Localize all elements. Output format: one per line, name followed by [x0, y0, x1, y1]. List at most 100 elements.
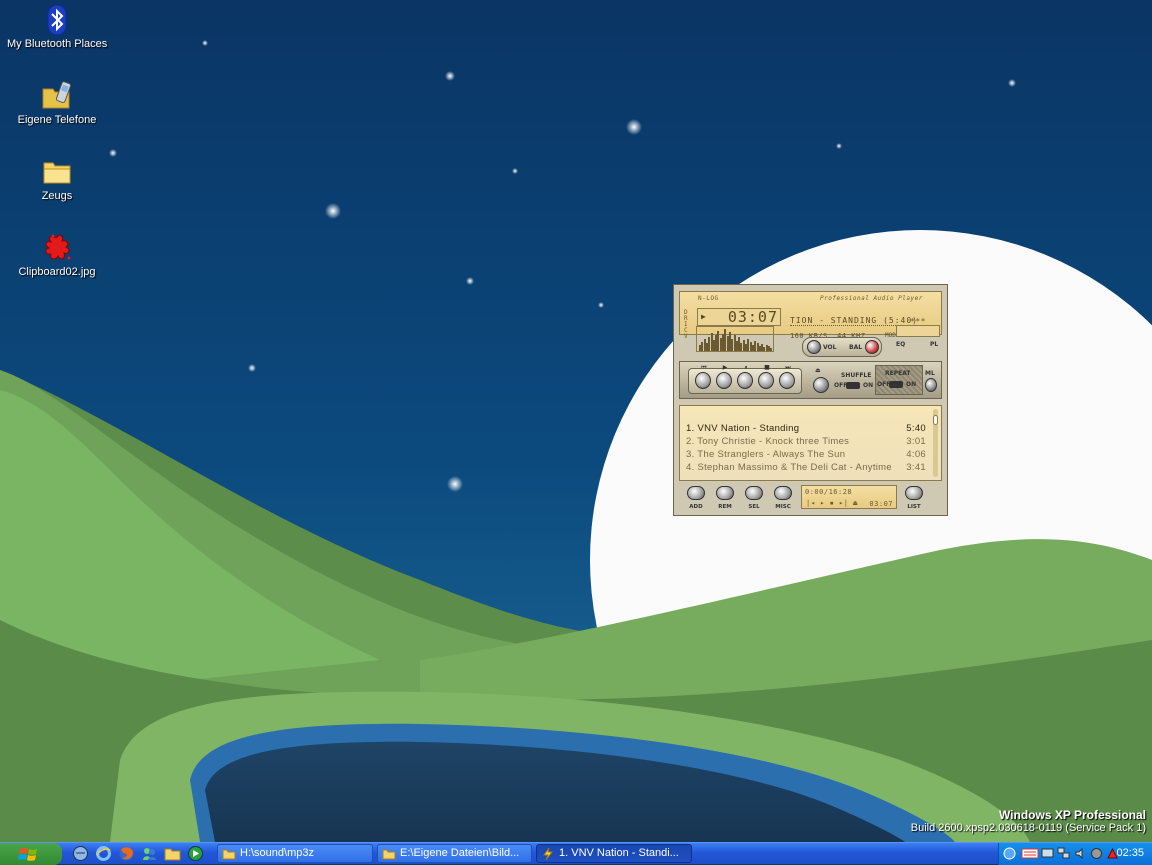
playlist-mini-controls: |◂ ▸ ▪ ▸| ⏏	[806, 499, 858, 507]
shuffle-on-label: ON	[863, 382, 874, 389]
display-icon[interactable]	[1041, 847, 1054, 860]
playlist-time-display: 0:00/16:28 |◂ ▸ ▪ ▸| ⏏ 03:07	[801, 485, 897, 509]
taskbar-button-media-player[interactable]: 1. VNV Nation - Standi...	[536, 844, 692, 863]
playlist[interactable]: 1. VNV Nation - Standing 5:40 2. Tony Ch…	[679, 405, 942, 481]
media-icon[interactable]	[187, 845, 204, 862]
transport-buttons: ⏮ ▶︎ ⏸ ■ ⏭	[688, 364, 802, 394]
repeat-toggle[interactable]	[889, 381, 903, 388]
display-side-labels: DRICV	[684, 309, 689, 340]
internet-explorer-icon[interactable]	[95, 845, 112, 862]
os-edition: Windows XP Professional	[998, 808, 1146, 822]
show-desktop-icon[interactable]	[72, 845, 89, 862]
pause-icon: ⏸	[744, 364, 748, 371]
power-icon[interactable]	[865, 340, 879, 354]
taskbar-button-bilder-folder[interactable]: E:\Eigene Dateien\Bild...	[377, 844, 532, 863]
rem-button[interactable]	[716, 486, 734, 500]
list-button[interactable]	[905, 486, 923, 500]
firefox-icon[interactable]	[118, 845, 135, 862]
ml-label: ML	[925, 370, 935, 377]
clock: 02:35	[1116, 847, 1144, 859]
taskbar-button-label: E:\Eigene Dateien\Bild...	[400, 847, 520, 859]
phone-folder-icon	[42, 81, 72, 109]
playlist-item-title: 3. The Stranglers - Always The Sun	[686, 449, 846, 460]
pause-button[interactable]: ⏸	[737, 364, 753, 389]
desktop-icon-label: Zeugs	[41, 190, 73, 202]
eject-button[interactable]	[813, 377, 829, 393]
eject-icon: ⏏	[815, 367, 821, 374]
network-connection-icon[interactable]	[1057, 847, 1070, 860]
system-tray: 02:35	[998, 843, 1152, 865]
transport-panel: ⏮ ▶︎ ⏸ ■ ⏭ ⏏ SHUFFLE OFF ON REPEAT OFF O…	[679, 361, 942, 399]
playlist-item-duration: 3:01	[906, 436, 926, 447]
volume-label: VOL	[823, 344, 837, 351]
spectrum-bar	[770, 348, 773, 351]
shuffle-label: SHUFFLE	[841, 372, 872, 379]
shuffle-toggle[interactable]	[846, 382, 860, 389]
taskbar-button-label: 1. VNV Nation - Standi...	[559, 847, 679, 859]
stop-button[interactable]: ■	[758, 364, 774, 389]
os-watermark: Windows XP Professional Build 2600.xpsp2…	[911, 808, 1146, 834]
playlist-total-time: 0:00/16:28	[805, 488, 853, 496]
taskbar-button-sound-folder[interactable]: H:\sound\mp3z	[217, 844, 373, 863]
messenger-icon[interactable]	[141, 845, 158, 862]
stop-icon: ■	[764, 364, 770, 371]
folder-icon	[222, 849, 236, 860]
desktop-icon-clipboard02[interactable]: Clipboard02.jpg	[7, 232, 107, 278]
playlist-item-title: 4. Stephan Massimo & The Deli Cat - Anyt…	[686, 462, 891, 473]
start-button[interactable]	[0, 843, 62, 865]
playlist-item-duration: 5:40	[906, 423, 926, 434]
ml-button[interactable]	[925, 378, 937, 392]
folder-icon	[382, 849, 396, 860]
image-file-icon	[45, 234, 71, 260]
playlist-item-title: 2. Tony Christie - Knock three Times	[686, 436, 850, 447]
desktop-icon-bluetooth-places[interactable]: My Bluetooth Places	[7, 4, 107, 50]
desktop-icon-eigene-telefone[interactable]: Eigene Telefone	[7, 80, 107, 126]
next-icon: ⏭	[785, 364, 791, 371]
bar-monitor-icon[interactable]	[1021, 847, 1039, 860]
desktop-icon-label: Clipboard02.jpg	[18, 266, 96, 278]
time-display[interactable]: ▶︎ 03:07	[697, 308, 781, 326]
player-brand: Professional Audio Player	[820, 295, 923, 302]
volume-icon[interactable]	[1074, 847, 1087, 860]
rem-label: REM	[718, 504, 732, 510]
play-icon: ▶︎	[722, 364, 728, 371]
taskbar: H:\sound\mp3z E:\Eigene Dateien\Bild... …	[0, 842, 1152, 865]
lightning-icon	[543, 847, 553, 861]
eq-toggle[interactable]: EQ	[896, 341, 905, 348]
sel-label: SEL	[748, 504, 760, 510]
taskbar-button-label: H:\sound\mp3z	[240, 847, 314, 859]
mode-slider[interactable]	[896, 325, 940, 337]
media-player-window[interactable]: N-LOG Professional Audio Player DRICV ▶︎…	[673, 284, 948, 516]
misc-label: MISC	[775, 504, 791, 510]
repeat-on-label: ON	[906, 381, 917, 388]
pl-toggle[interactable]: PL	[930, 341, 938, 348]
add-label: ADD	[689, 504, 703, 510]
elapsed-time: 03:07	[727, 308, 778, 326]
previous-button[interactable]: ⏮	[695, 364, 711, 389]
desktop-icon-label: Eigene Telefone	[17, 114, 97, 126]
spectrum-analyzer[interactable]	[696, 326, 774, 352]
bluetooth-icon	[47, 4, 67, 36]
balance-label: BAL	[849, 344, 863, 351]
previous-icon: ⏮	[701, 364, 707, 371]
windows-logo-icon	[18, 848, 37, 861]
add-button[interactable]	[687, 486, 705, 500]
playlist-item-duration: 4:06	[906, 449, 926, 460]
playlist-item-duration: 3:41	[906, 462, 926, 473]
volume-knob[interactable]	[807, 340, 821, 354]
play-button[interactable]: ▶︎	[716, 364, 732, 389]
next-button[interactable]: ⏭	[779, 364, 795, 389]
playlist-scrollbar[interactable]	[933, 409, 938, 477]
misc-button[interactable]	[774, 486, 792, 500]
desktop: My Bluetooth Places Eigene Telefone Zeug…	[0, 0, 1152, 842]
security-icon[interactable]	[1090, 847, 1103, 860]
playlist-controls: ADD REM SEL MISC 0:00/16:28 |◂ ▸ ▪ ▸| ⏏ …	[679, 484, 942, 512]
volume-balance-panel: VOL BAL	[802, 337, 882, 357]
network-globe-icon[interactable]	[1003, 847, 1016, 860]
play-indicator-icon: ▶︎	[701, 312, 706, 321]
desktop-icon-label: My Bluetooth Places	[7, 38, 108, 50]
explorer-icon[interactable]	[164, 845, 181, 862]
desktop-icon-zeugs[interactable]: Zeugs	[7, 156, 107, 202]
sel-button[interactable]	[745, 486, 763, 500]
playlist-scroll-thumb[interactable]	[933, 415, 938, 425]
